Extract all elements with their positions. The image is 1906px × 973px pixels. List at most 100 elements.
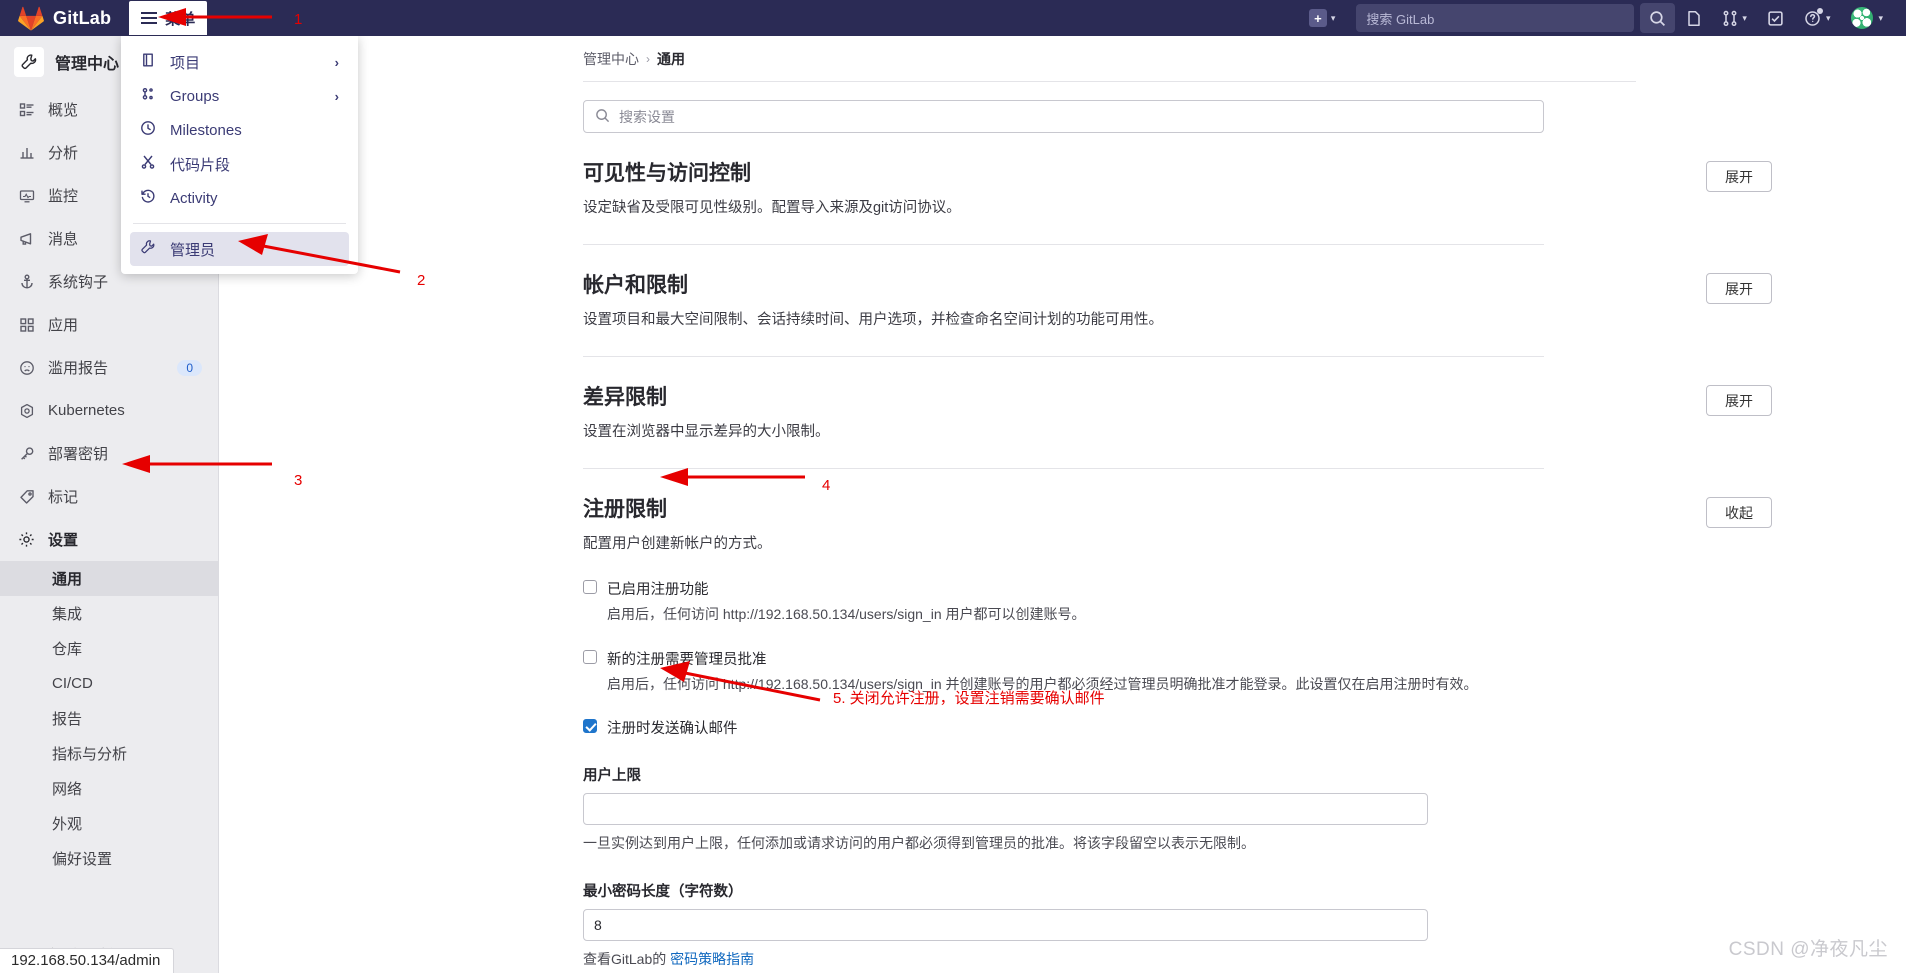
require-admin-approval-checkbox[interactable] — [583, 649, 597, 664]
signup-enabled-help: 启用后，任何访问 http://192.168.50.134/users/sig… — [607, 606, 1086, 622]
search-icon-button[interactable] — [1640, 3, 1676, 33]
section-signup-restrictions: 注册限制 配置用户创建新帐户的方式。 收起 已启用注册功能 启用后，任何访问 h… — [583, 469, 1772, 973]
menu-item-admin[interactable]: 管理员 — [130, 232, 349, 266]
sidebar-item-settings[interactable]: 设置 — [0, 518, 218, 561]
chevron-right-icon: › — [334, 54, 339, 70]
sidebar-subitem-appearance[interactable]: 外观 — [0, 806, 218, 841]
sidebar-subitem-label: 报告 — [52, 711, 83, 728]
sidebar-item-label: 消息 — [48, 231, 79, 248]
top-navbar: GitLab 菜单 + ▾ 搜索 GitLab ▾ ▾ ▾ — [0, 0, 1906, 36]
chevron-down-icon: ▾ — [1878, 12, 1883, 23]
sidebar-item-deploy-keys[interactable]: 部署密钥 — [0, 432, 218, 475]
sidebar-subitem-general[interactable]: 通用 — [0, 561, 218, 596]
password-help-text: 查看GitLab的 — [583, 951, 671, 968]
expand-button[interactable]: 展开 — [1706, 161, 1772, 192]
project-icon — [140, 52, 156, 72]
section-description: 设置项目和最大空间限制、会话持续时间、用户选项，并检查命名空间计划的功能可用性。 — [583, 312, 1163, 329]
sidebar-subitem-label: 指标与分析 — [52, 746, 128, 763]
user-cap-input[interactable] — [583, 793, 1428, 826]
sidebar-subitem-repository[interactable]: 仓库 — [0, 631, 218, 666]
signup-enabled-row: 已启用注册功能 启用后，任何访问 http://192.168.50.134/u… — [583, 578, 1544, 626]
signup-enabled-checkbox[interactable] — [583, 580, 597, 594]
help-button[interactable]: ▾ — [1795, 0, 1840, 36]
expand-button[interactable]: 展开 — [1706, 273, 1772, 304]
expand-button[interactable]: 展开 — [1706, 385, 1772, 416]
hook-icon — [17, 274, 36, 290]
main-menu-dropdown: 项目 › Groups › Milestones 代码片段 Activity 管… — [121, 36, 358, 274]
chevron-down-icon: ▾ — [1330, 12, 1336, 23]
user-cap-help: 一旦实例达到用户上限，任何添加或请求访问的用户都必须得到管理员的批准。将该字段留… — [583, 835, 1255, 852]
todo-icon — [1767, 10, 1784, 27]
gear-icon — [17, 531, 36, 548]
search-placeholder: 搜索 GitLab — [1366, 11, 1435, 27]
settings-content: 搜索设置 可见性与访问控制 设定缺省及受限可见性级别。配置导入来源及git访问协… — [220, 82, 1906, 973]
send-confirmation-email-label: 注册时发送确认邮件 — [607, 721, 738, 738]
menu-item-milestones[interactable]: Milestones — [130, 113, 349, 147]
section-title: 差异限制 — [583, 386, 667, 409]
sidebar-subitem-integrations[interactable]: 集成 — [0, 596, 218, 631]
menu-button[interactable]: 菜单 — [129, 1, 208, 35]
overview-icon — [17, 102, 36, 118]
user-cap-label: 用户上限 — [583, 768, 641, 785]
sidebar-subitem-reporting[interactable]: 报告 — [0, 701, 218, 736]
help-icon — [1804, 8, 1823, 27]
sidebar-subitem-preferences[interactable]: 偏好设置 — [0, 841, 218, 876]
section-diff-limits: 差异限制 设置在浏览器中显示差异的大小限制。 展开 — [583, 357, 1772, 469]
menu-item-projects[interactable]: 项目 › — [130, 45, 349, 79]
label-icon — [17, 489, 36, 505]
settings-search-input[interactable]: 搜索设置 — [583, 100, 1544, 133]
sidebar-item-label: 监控 — [48, 188, 79, 205]
menu-item-activity[interactable]: Activity — [130, 181, 349, 215]
min-password-length-input[interactable]: 8 — [583, 909, 1428, 942]
merge-requests-button[interactable]: ▾ — [1713, 0, 1756, 36]
menu-item-label: Activity — [170, 189, 218, 207]
issues-button[interactable] — [1677, 0, 1711, 36]
breadcrumb-root[interactable]: 管理中心 — [583, 49, 639, 69]
watermark: CSDN @净夜凡尘 — [1728, 939, 1888, 960]
sidebar-item-kubernetes[interactable]: Kubernetes — [0, 389, 218, 432]
send-confirmation-email-checkbox[interactable] — [583, 719, 597, 734]
search-input[interactable]: 搜索 GitLab — [1356, 4, 1635, 32]
section-visibility: 可见性与访问控制 设定缺省及受限可见性级别。配置导入来源及git访问协议。 展开 — [583, 133, 1772, 245]
min-password-length-help: 查看GitLab的 密码策略指南 — [583, 949, 1544, 970]
sidebar-item-label: 系统钩子 — [48, 274, 109, 291]
sidebar-subitem-label: 通用 — [52, 571, 83, 588]
sidebar-subitem-label: 集成 — [52, 606, 83, 623]
status-bar-url: 192.168.50.134/admin — [0, 948, 175, 973]
create-new-button[interactable]: + ▾ — [1300, 0, 1345, 36]
menu-item-label: 项目 — [170, 54, 201, 72]
wrench-icon — [14, 47, 44, 77]
menu-item-groups[interactable]: Groups › — [130, 79, 349, 113]
sidebar-subitem-metrics[interactable]: 指标与分析 — [0, 736, 218, 771]
sidebar-item-abuse-reports[interactable]: 滥用报告 0 — [0, 346, 218, 389]
password-policy-link[interactable]: 密码策略指南 — [670, 951, 754, 967]
sidebar-item-label: 概览 — [48, 102, 79, 119]
menu-item-label: 代码片段 — [170, 156, 231, 174]
todos-button[interactable] — [1758, 0, 1793, 36]
search-icon — [1649, 10, 1666, 27]
avatar — [1850, 6, 1875, 30]
sidebar-item-applications[interactable]: 应用 — [0, 303, 218, 346]
sidebar-subitem-cicd[interactable]: CI/CD — [0, 666, 218, 701]
sidebar-item-labels[interactable]: 标记 — [0, 475, 218, 518]
sidebar-subitem-network[interactable]: 网络 — [0, 771, 218, 806]
app-root: GitLab 菜单 + ▾ 搜索 GitLab ▾ ▾ ▾ 管理中心 概览 分析… — [0, 0, 1906, 973]
sidebar-item-label: 应用 — [48, 317, 79, 334]
issues-icon — [1686, 10, 1702, 27]
section-description: 设定缺省及受限可见性级别。配置导入来源及git访问协议。 — [583, 200, 961, 217]
search-icon — [595, 108, 610, 126]
plus-icon: + — [1308, 9, 1327, 27]
collapse-button[interactable]: 收起 — [1706, 497, 1772, 528]
menu-item-label: 管理员 — [170, 241, 216, 259]
brand[interactable]: GitLab — [0, 0, 111, 36]
section-description: 配置用户创建新帐户的方式。 — [583, 536, 772, 553]
sidebar-item-label: 部署密钥 — [48, 446, 109, 463]
annotation-number-2: 2 — [417, 272, 426, 289]
menu-item-snippets[interactable]: 代码片段 — [130, 147, 349, 181]
sidebar-item-label: 设置 — [48, 532, 79, 549]
main-content: 管理中心 › 通用 搜索设置 可见性与访问控制 设定缺省及受限可见性级别。配置导… — [220, 36, 1906, 973]
abuse-icon — [17, 360, 36, 376]
menu-divider — [133, 223, 346, 224]
breadcrumb: 管理中心 › 通用 — [220, 36, 1906, 81]
user-menu-button[interactable]: ▾ — [1841, 0, 1892, 36]
